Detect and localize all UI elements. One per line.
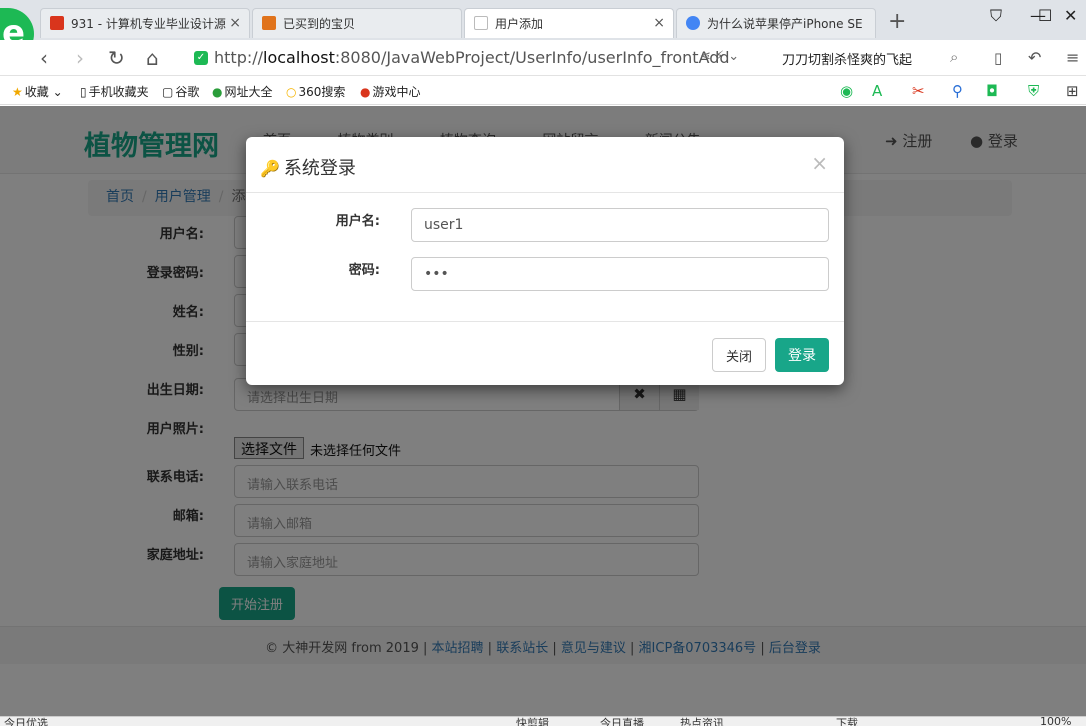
page-icon (474, 16, 488, 30)
status-download[interactable]: 下载 (836, 717, 858, 726)
back-icon[interactable]: ‹ (40, 46, 48, 70)
modal-title: 🔑 系统登录 (260, 158, 356, 179)
status-item-video[interactable]: 快剪辑 (516, 717, 549, 726)
tab-active[interactable]: 用户添加 × (464, 8, 674, 38)
plugin-icon[interactable]: ◉ (840, 82, 853, 100)
share-icon[interactable]: ⋖ ⚡ ⌄ (700, 49, 739, 64)
modal-username-label: 用户名: (335, 214, 380, 229)
tab-favicon-icon (686, 16, 700, 30)
login-modal: 🔑系统登录 × 用户名: 密码: 关闭 登录 (246, 137, 844, 385)
scissors-icon[interactable]: ✂ (912, 82, 925, 100)
bookmark-games[interactable]: ● 游戏中心 (360, 83, 421, 100)
modal-login-button[interactable]: 登录 (775, 338, 829, 372)
search-icon[interactable]: ⌕ (950, 48, 958, 66)
window-close-icon[interactable]: ✕ (1064, 6, 1077, 25)
page-icon: ▢ (162, 85, 174, 99)
close-icon[interactable]: × (653, 15, 665, 31)
shield-icon: ✓ (194, 51, 208, 65)
address-bar[interactable]: ✓ http://localhost:8080/JavaWebProject/U… (190, 44, 770, 72)
maximize-icon[interactable]: ☐ (1038, 6, 1052, 25)
tab-4[interactable]: 为什么说苹果停产iPhone SE (676, 8, 876, 38)
shield-icon[interactable]: ⛨ (1028, 82, 1039, 100)
tab-label: 已买到的宝贝 (283, 17, 356, 31)
bookmark-360[interactable]: ○ 360搜索 (286, 83, 345, 100)
bookmark-favorites[interactable]: ★ 收藏 ⌄ (12, 83, 63, 100)
browser-navbar: ‹ › ↻ ⌂ ✓ http://localhost:8080/JavaWebP… (0, 40, 1086, 76)
gamepad-icon[interactable]: ◘ (986, 82, 998, 100)
status-featured[interactable]: 今日优选 (4, 717, 48, 726)
forward-icon[interactable]: › (76, 46, 84, 70)
bookmark-mobile[interactable]: ▯ 手机收藏夹 (80, 83, 149, 100)
translate-icon[interactable]: A (872, 82, 882, 100)
refresh-icon[interactable]: ↻ (108, 46, 125, 70)
new-tab-icon[interactable]: + (888, 9, 906, 34)
bookmark-google[interactable]: ▢ 谷歌 (162, 83, 199, 100)
bookmarks-bar: ★ 收藏 ⌄ ▯ 手机收藏夹 ▢ 谷歌 ● 网址大全 ○ 360搜索 ● 游戏中心 ◉ A … (0, 77, 1086, 105)
status-zoom[interactable]: 100% (1040, 717, 1071, 726)
hot-search-text[interactable]: 刀刀切割杀怪爽的飞起 (782, 49, 912, 68)
status-item-news[interactable]: 热点资讯 (680, 717, 724, 726)
tab-label: 用户添加 (495, 17, 544, 31)
phone-icon[interactable]: ▯ (994, 49, 1002, 67)
tab-label: 为什么说苹果停产iPhone SE (707, 17, 863, 31)
modal-username-input[interactable] (411, 208, 829, 242)
address-url: http://localhost:8080/JavaWebProject/Use… (214, 48, 730, 67)
modal-footer: 关闭 登录 (246, 321, 844, 385)
grid-icon[interactable]: ⊞ (1066, 82, 1079, 100)
menu-icon[interactable]: ≡ (1066, 48, 1079, 67)
game-icon: ● (360, 85, 371, 99)
tab-label: 931 - 计算机专业毕业设计源 (71, 17, 226, 31)
key-icon: 🔑 (260, 159, 280, 178)
close-icon[interactable]: × (811, 151, 828, 175)
bookmark-sites[interactable]: ● 网址大全 (212, 83, 273, 100)
status-item-live[interactable]: 今日直播 (600, 717, 644, 726)
tab-favicon-icon (50, 16, 64, 30)
magnifier-icon[interactable]: ⚲ (952, 82, 963, 100)
home-icon[interactable]: ⌂ (146, 46, 159, 70)
undo-icon[interactable]: ↶ (1028, 48, 1041, 67)
phone-icon: ▯ (80, 85, 87, 99)
modal-password-label: 密码: (348, 263, 380, 278)
tab-favicon-icon (262, 16, 276, 30)
globe-icon: ● (212, 85, 223, 99)
close-icon[interactable]: × (229, 15, 241, 31)
star-icon: ★ (12, 85, 23, 99)
circle-icon: ○ (286, 85, 297, 99)
modal-header: 🔑 系统登录 × (246, 137, 844, 193)
shirt-icon[interactable]: ⛉ (990, 6, 1002, 26)
tab-1[interactable]: 931 - 计算机专业毕业设计源 × (40, 8, 250, 38)
modal-close-button[interactable]: 关闭 (712, 338, 766, 372)
tab-2[interactable]: 已买到的宝贝 (252, 8, 462, 38)
browser-statusbar: 今日优选 快剪辑 今日直播 热点资讯 下载 100% (0, 716, 1086, 726)
browser-tabbar: e 931 - 计算机专业毕业设计源 × 已买到的宝贝 用户添加 × 为什么说苹… (0, 0, 1086, 60)
modal-password-input[interactable] (411, 257, 829, 291)
